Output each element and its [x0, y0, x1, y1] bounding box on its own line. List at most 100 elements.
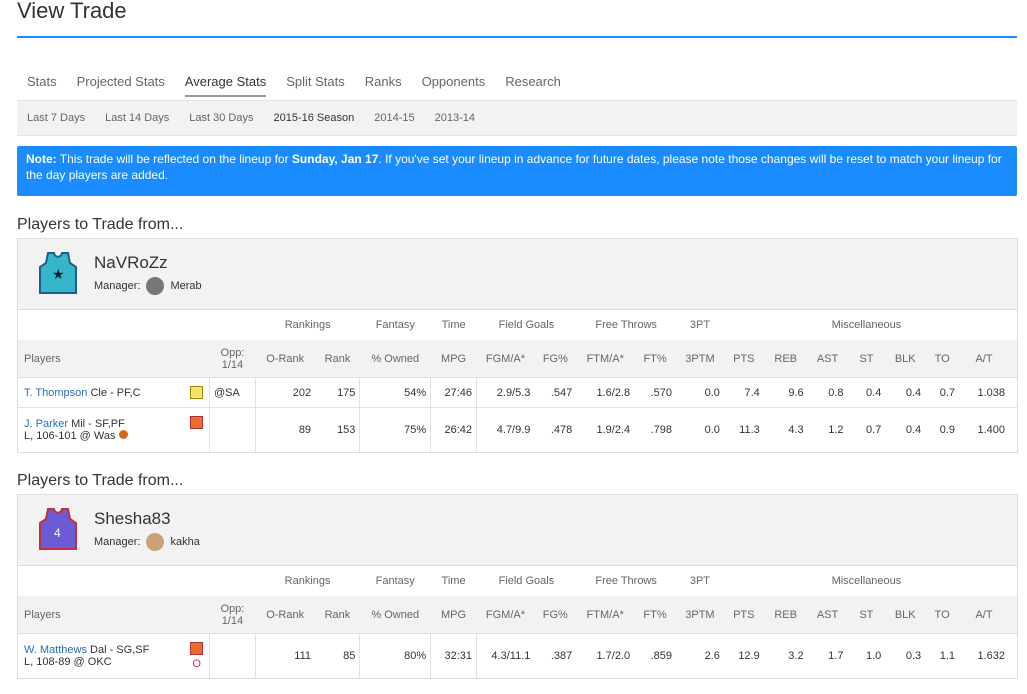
column-header[interactable]: Players [18, 596, 210, 634]
stats-tabs: Stats Projected Stats Average Stats Spli… [27, 74, 581, 97]
stat-value: 0.4 [885, 377, 926, 408]
team-name[interactable]: NaVRoZz [94, 253, 168, 273]
column-header[interactable]: REB [763, 596, 808, 634]
column-header[interactable]: O-Rank [255, 596, 316, 634]
manager-name[interactable]: Merab [170, 280, 201, 292]
stat-value: 0.0 [676, 407, 724, 452]
column-header[interactable]: Opp: 1/14 [209, 596, 256, 634]
tab-split-stats[interactable]: Split Stats [286, 74, 345, 97]
tab-opponents[interactable]: Opponents [422, 74, 486, 97]
group-misc: Miscellaneous [831, 575, 902, 587]
period-2014-15[interactable]: 2014-15 [374, 112, 414, 124]
opponent [209, 633, 256, 678]
stat-value: 0.7 [925, 377, 960, 408]
column-header[interactable]: TO [925, 596, 960, 634]
column-header[interactable]: A/T [959, 340, 1009, 378]
player-note-icon[interactable] [190, 416, 204, 429]
stat-value: 11.3 [723, 407, 764, 452]
period-last-7[interactable]: Last 7 Days [27, 112, 85, 124]
period-last-14[interactable]: Last 14 Days [105, 112, 169, 124]
svg-text:4: 4 [54, 526, 61, 540]
tab-ranks[interactable]: Ranks [365, 74, 402, 97]
manager-avatar [146, 277, 165, 295]
stat-value: 111 [255, 633, 316, 678]
column-header[interactable]: MPG [430, 596, 477, 634]
column-header[interactable]: Rank [315, 596, 360, 634]
tab-projected-stats[interactable]: Projected Stats [77, 74, 165, 97]
team-name[interactable]: Shesha83 [94, 509, 171, 529]
group-free-throws: Free Throws [595, 319, 657, 331]
player-row: J. Parker Mil - SF,PF L, 106-101 @ Was 8… [18, 407, 1017, 452]
column-header[interactable]: FG% [534, 596, 577, 634]
column-header[interactable]: MPG [430, 340, 477, 378]
player-team-position: Dal - SG,SF [90, 644, 150, 656]
period-2013-14[interactable]: 2013-14 [435, 112, 475, 124]
period-last-30[interactable]: Last 30 Days [189, 112, 253, 124]
column-header[interactable]: FGM/A* [476, 340, 535, 378]
player-note-icon[interactable] [189, 642, 203, 655]
player-name-link[interactable]: T. Thompson [24, 387, 87, 399]
player-row: W. Matthews Dal - SG,SF L, 108-89 @ OKC … [18, 633, 1017, 678]
group-field-goals: Field Goals [498, 319, 555, 331]
section-title: Players to Trade from... [17, 472, 184, 489]
trade-note: Note: This trade will be reflected on th… [17, 146, 1017, 196]
group-time: Time [441, 575, 466, 587]
period-2015-16[interactable]: 2015-16 Season [274, 112, 355, 124]
svg-text:★: ★ [52, 266, 65, 282]
column-header[interactable]: Rank [315, 340, 360, 378]
opponent [209, 407, 256, 452]
stat-value: 1.400 [959, 407, 1009, 452]
column-header[interactable]: ST [847, 340, 886, 378]
group-3pt: 3PT [689, 319, 711, 331]
manager-name[interactable]: kakha [170, 536, 199, 548]
player-team-position: Cle - PF,C [90, 386, 141, 399]
stat-value: .859 [634, 633, 676, 678]
stat-value: 12.9 [723, 633, 764, 678]
player-name-link[interactable]: J. Parker [24, 418, 68, 430]
stat-value: 2.9/5.3 [476, 377, 535, 408]
column-header[interactable]: PTS [723, 340, 764, 378]
stat-value: 4.3 [763, 407, 808, 452]
column-header[interactable]: TO [925, 340, 960, 378]
column-header[interactable]: FT% [634, 340, 677, 378]
stat-value: 4.3/11.1 [476, 633, 535, 678]
column-header[interactable]: Players [18, 340, 210, 378]
group-fantasy: Fantasy [375, 575, 415, 587]
stat-value: 54% [359, 377, 432, 408]
column-header[interactable]: Opp: 1/14 [209, 340, 256, 378]
column-header[interactable]: FG% [534, 340, 577, 378]
column-header[interactable]: FT% [634, 596, 676, 634]
stat-value: 153 [315, 407, 361, 452]
stat-value: 89 [255, 407, 316, 452]
column-header[interactable]: ST [847, 596, 886, 634]
stat-value: 3.2 [763, 633, 808, 678]
column-header[interactable]: REB [763, 340, 808, 378]
injury-status: O [192, 658, 201, 670]
column-header[interactable]: % Owned [359, 340, 431, 378]
tab-average-stats[interactable]: Average Stats [184, 74, 267, 97]
column-header[interactable]: FTM/A* [576, 340, 635, 378]
column-header[interactable]: BLK [885, 596, 926, 634]
column-header[interactable]: O-Rank [255, 340, 316, 378]
group-free-throws: Free Throws [595, 575, 657, 587]
tab-stats[interactable]: Stats [27, 74, 57, 97]
player-name-link[interactable]: W. Matthews [24, 644, 87, 656]
stat-value: 26:42 [430, 407, 478, 452]
column-header[interactable]: A/T [959, 596, 1009, 634]
stat-value: .547 [534, 377, 577, 408]
column-header[interactable]: AST [807, 340, 848, 378]
column-header[interactable]: % Owned [359, 596, 431, 634]
column-header[interactable]: 3PTM [676, 340, 724, 378]
player-team-position: Mil - SF,PF [71, 418, 125, 430]
column-header[interactable]: FTM/A* [576, 596, 635, 634]
column-header[interactable]: FGM/A* [476, 596, 535, 634]
group-field-goals: Field Goals [498, 575, 555, 587]
column-header[interactable]: PTS [723, 596, 764, 634]
stat-value: 9.6 [763, 377, 808, 408]
player-note-icon[interactable] [190, 386, 204, 399]
column-header[interactable]: 3PTM [675, 596, 724, 634]
column-header[interactable]: BLK [885, 340, 926, 378]
column-header[interactable]: AST [807, 596, 848, 634]
stat-value: 0.0 [676, 377, 724, 408]
tab-research[interactable]: Research [505, 74, 561, 97]
